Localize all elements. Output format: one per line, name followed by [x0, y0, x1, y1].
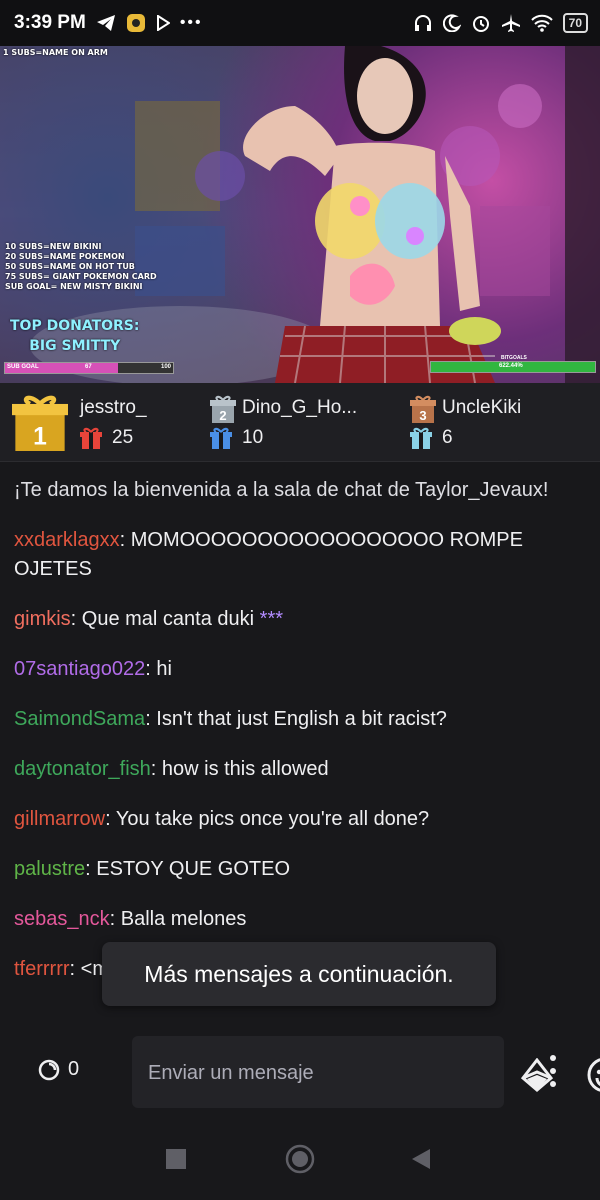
chat-username[interactable]: palustre	[14, 858, 85, 880]
leaderboard-entry-3[interactable]: 3 UncleKiki 6	[410, 395, 521, 449]
teal-gift-icon	[410, 427, 432, 449]
leaderboard-name-2: Dino_G_Ho...	[242, 397, 358, 418]
streamer-figure	[243, 46, 501, 383]
sub-goal-label: SUB GOAL	[7, 364, 39, 370]
headphones-icon	[414, 15, 431, 31]
bit-goal-label: BITGOALS	[501, 355, 527, 361]
sub-goal-target: 100	[160, 364, 171, 370]
leaderboard-entry-2[interactable]: 2 Dino_G_Ho... 10	[210, 395, 357, 449]
blue-gift-icon	[210, 427, 232, 449]
status-bar: 3:39 PM ••• 70	[0, 0, 600, 46]
stream-top-donators: TOP DONATORS: BIG SMITTY	[10, 316, 140, 356]
sub-goal-current: 67	[85, 364, 92, 370]
video-player[interactable]: 1 SUBS=NAME ON ARM 10 SUBS=NEW BIKINI 20…	[0, 46, 600, 383]
channel-points-icon	[38, 1059, 60, 1080]
moon-icon	[442, 14, 461, 32]
back-triangle-icon[interactable]	[410, 1148, 432, 1170]
chat-username[interactable]: 07santiago022	[14, 658, 145, 680]
stream-sub-goals: 10 SUBS=NEW BIKINI 20 SUBS=NAME POKEMON …	[5, 242, 157, 291]
alarm-icon	[472, 16, 489, 32]
more-options-icon[interactable]	[544, 1052, 562, 1090]
app-badge-icon	[126, 14, 145, 32]
airplane-icon	[501, 14, 520, 32]
chat-username[interactable]: gillmarrow	[14, 808, 105, 830]
emote-picker-icon[interactable]	[586, 1056, 600, 1094]
chat-input-row: 0	[0, 1032, 600, 1112]
chat-message-extra: ***	[259, 608, 284, 630]
stream-overlay-top: 1 SUBS=NAME ON ARM	[3, 48, 108, 57]
leaderboard-count-1: 25	[112, 427, 134, 448]
status-time: 3:39 PM	[14, 12, 86, 33]
chat-message: 07santiago022: hi	[14, 655, 590, 684]
gift-leaderboard[interactable]: 1 jesstro_ 25 2 Dino_G_Ho... 10 3 UncleK…	[0, 383, 600, 462]
chat-message: xxdarklagxx: MOMOOOOOOOOOOOOOOOOO ROMPE …	[14, 526, 590, 584]
chat-username[interactable]: gimkis	[14, 608, 71, 630]
silver-gift-rank-icon: 2	[210, 395, 236, 423]
chat-username[interactable]: tferrrrr	[14, 958, 70, 980]
telegram-icon	[96, 15, 115, 31]
chat-message-input[interactable]	[146, 1058, 370, 1088]
channel-points-button[interactable]: 0	[38, 1058, 79, 1081]
play-store-icon	[156, 15, 170, 31]
chat-message-text: : Balla melones	[109, 908, 247, 930]
chat-message-text: : hi	[145, 658, 172, 680]
donators-name: BIG SMITTY	[29, 338, 121, 354]
chat-username[interactable]: sebas_nck	[14, 908, 110, 930]
chat-message-text: : ESTOY QUE GOTEO	[85, 858, 291, 880]
more-dots-icon: •••	[179, 14, 203, 31]
chat-message-text: : You take pics once you're all done?	[105, 808, 430, 830]
more-messages-toast[interactable]: Más mensajes a continuación.	[102, 942, 496, 1006]
chat-message: palustre: ESTOY QUE GOTEO	[14, 855, 590, 884]
chat-message: gillmarrow: You take pics once you're al…	[14, 805, 590, 834]
leaderboard-entry-1[interactable]: 1 jesstro_ 25	[12, 395, 147, 451]
rank-1-number: 1	[33, 423, 47, 450]
chat-message-text: : Isn't that just English a bit racist?	[145, 708, 447, 730]
rank-2-number: 2	[219, 408, 226, 423]
chat-input-box[interactable]	[132, 1036, 600, 1108]
bronze-gift-rank-icon: 3	[410, 395, 436, 423]
chat-username[interactable]: xxdarklagxx	[14, 529, 120, 551]
battery-indicator: 70	[562, 13, 588, 33]
android-nav-bar	[0, 1122, 600, 1200]
chat-message: daytonator_fish: how is this allowed	[14, 755, 590, 784]
leaderboard-count-2: 10	[242, 427, 264, 448]
chat-message-text: : Que mal canta duki	[70, 608, 260, 630]
bit-goal-bar: BITGOALS 622.44%	[430, 355, 596, 373]
recents-square-icon[interactable]	[165, 1148, 187, 1170]
leaderboard-name-3: UncleKiki	[442, 397, 522, 418]
chat-message: sebas_nck: Balla melones	[14, 905, 590, 934]
leaderboard-name-1: jesstro_	[80, 397, 147, 418]
donators-title: TOP DONATORS:	[10, 318, 140, 334]
leaderboard-count-3: 6	[442, 427, 453, 448]
bit-goal-percent: 622.44%	[499, 363, 523, 369]
sub-goal-bar: SUB GOAL 67 100	[4, 362, 174, 374]
chat-messages[interactable]: ¡Te damos la bienvenida a la sala de cha…	[14, 476, 590, 1005]
chat-message: gimkis: Que mal canta duki ***	[14, 605, 590, 634]
red-gift-icon	[80, 427, 102, 449]
rank-3-number: 3	[419, 408, 426, 423]
chat-message-text: : how is this allowed	[150, 758, 329, 780]
channel-points-count: 0	[68, 1058, 80, 1080]
wifi-icon	[530, 14, 553, 32]
chat-welcome-message: ¡Te damos la bienvenida a la sala de cha…	[14, 479, 549, 501]
chat-username[interactable]: daytonator_fish	[14, 758, 151, 780]
home-circle-icon[interactable]	[285, 1144, 315, 1174]
chat-username[interactable]: SaimondSama	[14, 708, 145, 730]
chat-message: SaimondSama: Isn't that just English a b…	[14, 705, 590, 734]
gold-gift-rank-icon: 1	[12, 395, 68, 451]
